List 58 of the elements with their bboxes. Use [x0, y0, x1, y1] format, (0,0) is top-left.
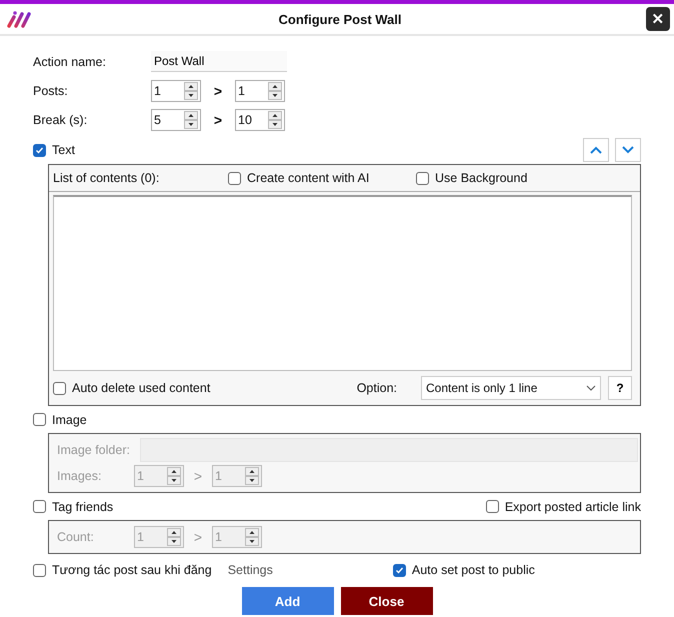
export-link-checkbox[interactable]: Export posted article link — [486, 500, 641, 514]
move-down-button[interactable] — [615, 138, 641, 162]
field-label: Count: — [57, 530, 95, 544]
spinner-arrows-icon[interactable] — [184, 110, 198, 128]
image-checkbox[interactable]: Image — [33, 412, 87, 426]
check-icon — [394, 566, 404, 574]
checkbox[interactable] — [33, 500, 46, 513]
range-separator: > — [192, 529, 204, 545]
checkbox[interactable] — [33, 144, 46, 156]
auto-public-checkbox[interactable]: Auto set post to public — [392, 563, 535, 577]
field-label: Images: — [57, 469, 102, 483]
chevron-down-icon — [622, 146, 634, 154]
checkbox[interactable] — [416, 172, 429, 184]
check-icon — [35, 146, 44, 154]
text-checkbox[interactable]: Text — [33, 143, 75, 157]
close-button[interactable]: Close — [340, 587, 432, 615]
number-spinner[interactable]: 10 — [235, 108, 285, 130]
window-title: Configure Post Wall — [277, 12, 403, 26]
spinner-arrows-icon[interactable] — [184, 82, 198, 100]
chevron-down-icon — [586, 385, 596, 391]
auto-delete-checkbox[interactable]: Auto delete used content — [53, 381, 210, 395]
chevron-up-icon — [590, 146, 602, 154]
field-label: Break (s): — [33, 112, 88, 126]
settings-link[interactable]: Settings — [228, 563, 273, 577]
spinner-arrows-icon[interactable] — [268, 82, 282, 100]
option-checkbox[interactable]: Create content with AI — [228, 171, 416, 185]
range-separator: > — [212, 112, 224, 128]
option-dropdown[interactable]: Content is only 1 line — [421, 376, 601, 400]
action-name-field[interactable]: Post Wall — [151, 51, 287, 72]
range-separator: > — [212, 82, 224, 98]
option-checkbox[interactable]: Use Background — [416, 171, 546, 185]
add-button[interactable]: Add — [242, 587, 334, 615]
number-spinner[interactable]: 1 — [235, 80, 285, 102]
spinner-arrows-icon[interactable] — [245, 528, 259, 546]
field-label: Posts: — [33, 84, 69, 98]
range-separator: > — [192, 468, 204, 484]
move-up-button[interactable] — [583, 138, 609, 162]
option-label: Option: — [356, 381, 397, 395]
checkbox[interactable] — [486, 500, 499, 513]
spinner-arrows-icon[interactable] — [167, 528, 181, 546]
checkbox[interactable] — [33, 564, 46, 576]
checkbox[interactable] — [392, 564, 406, 576]
interact-checkbox[interactable]: Tương tác post sau khi đăng — [33, 563, 212, 577]
list-label: List of contents (0): — [53, 171, 160, 185]
logo-icon — [6, 8, 34, 30]
spinner-arrows-icon[interactable] — [167, 467, 181, 485]
tag-friends-checkbox[interactable]: Tag friends — [33, 500, 114, 514]
number-spinner[interactable]: 1 — [151, 80, 201, 102]
close-button[interactable]: ✕ — [646, 7, 670, 31]
spinner-arrows-icon[interactable] — [268, 110, 282, 128]
field-label: Action name: — [33, 54, 107, 68]
checkbox[interactable] — [33, 413, 46, 426]
checkbox[interactable] — [228, 172, 241, 184]
help-button[interactable]: ? — [608, 376, 632, 400]
number-spinner[interactable]: 5 — [151, 108, 201, 130]
spinner-arrows-icon[interactable] — [245, 467, 259, 485]
field-label: Image folder: — [57, 443, 131, 457]
checkbox[interactable] — [53, 382, 66, 394]
